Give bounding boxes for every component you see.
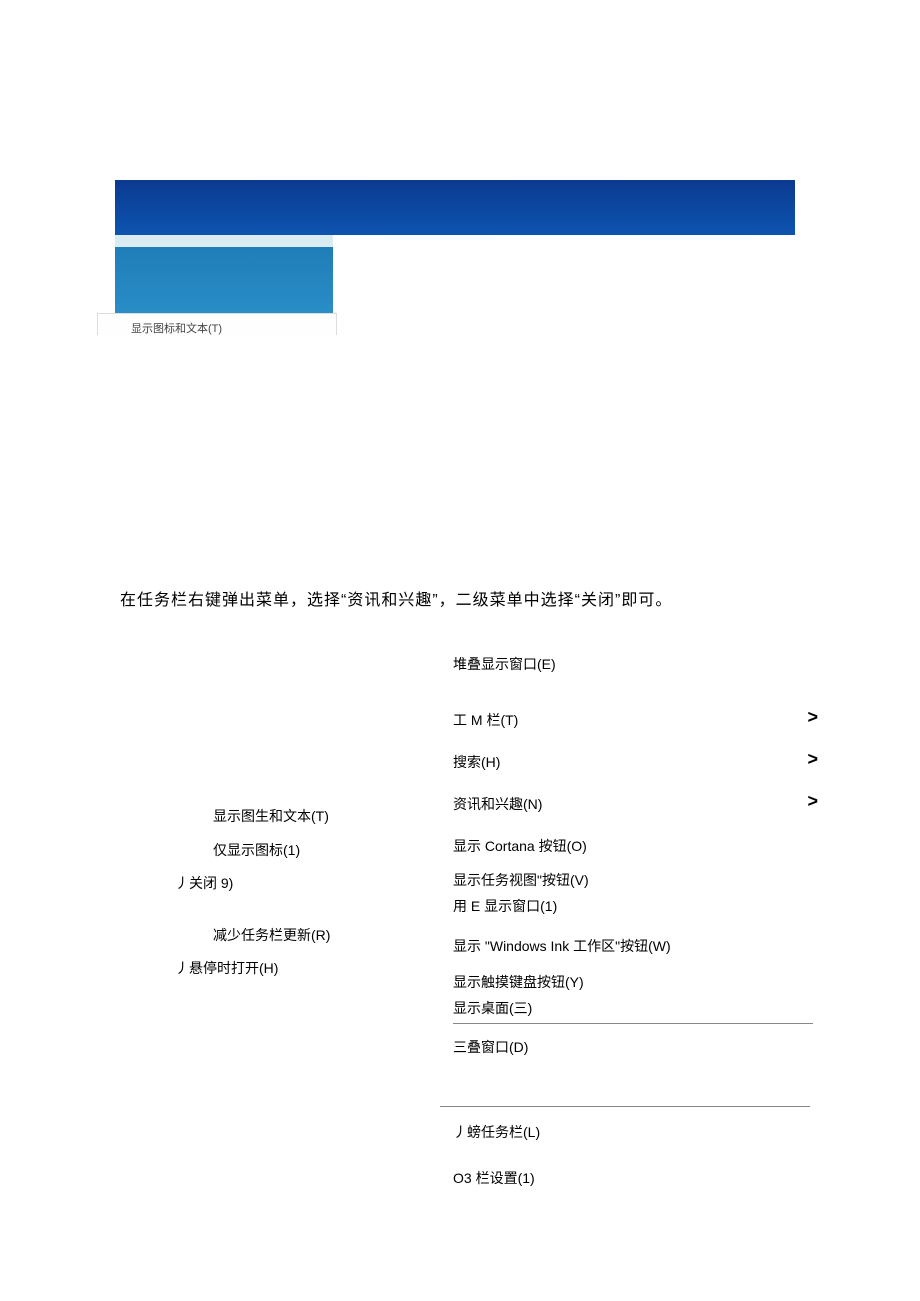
menu-label: 三叠窗口(D) [453, 1039, 528, 1055]
menu-label: 显示 Cortana 按钮(O) [453, 838, 587, 854]
instruction-text: 在任务栏右键弹出菜单，选择“资讯和兴趣”，二级菜单中选择“关闭”即可。 [120, 586, 672, 610]
submenu-show-icon-text[interactable]: 显示图生和文本(T) [175, 800, 405, 834]
menu-ink[interactable]: 显示 "Windows Ink 工作区"按钮(W) [453, 933, 808, 959]
white-panel [333, 235, 795, 535]
menu-taskbar-settings[interactable]: O3 栏设置(1) [453, 1168, 535, 1188]
submenu-show-icon-only[interactable]: 仅显示图标(1) [175, 834, 405, 868]
menu-label: 显示桌面(三) [453, 1000, 532, 1016]
menu-label: 工 M 栏(T) [453, 712, 518, 728]
menu-stack-d[interactable]: 三叠窗口(D) [453, 1026, 808, 1068]
menu-cascade[interactable]: 堆叠显示窗口(E) [453, 643, 808, 685]
screenshot-image: 显示图标和文本(T) [115, 180, 795, 535]
context-menu: 堆叠显示窗口(E) 工 M 栏(T) > 搜索(H) > 资讯和兴趣(N) > … [453, 643, 808, 1068]
menu-cortana[interactable]: 显示 Cortana 按钮(O) [453, 825, 808, 867]
chevron-right-icon: > [807, 707, 818, 728]
submenu-open-hover[interactable]: 丿悬停时打开(H) [175, 952, 405, 986]
menu-label: 堆叠显示窗口(E) [453, 656, 556, 672]
menu-label: 显示触摸键盘按钮(Y) [453, 974, 584, 990]
menu-separator [453, 1023, 813, 1024]
wave [115, 235, 333, 247]
menu-label: 显示 "Windows Ink 工作区"按钮(W) [453, 938, 671, 954]
menu-label: 用 E 显示窗口(1) [453, 898, 557, 914]
submenu-reduce-updates[interactable]: 减少任务栏更新(R) [175, 919, 405, 953]
menu-label: 搜索(H) [453, 754, 500, 770]
submenu-close[interactable]: 丿关闭 9) [175, 867, 405, 901]
popup-cover [97, 335, 337, 535]
sky-bg [115, 180, 795, 235]
menu-news-interests[interactable]: 资讯和兴趣(N) > [453, 783, 808, 825]
chevron-right-icon: > [807, 791, 818, 812]
menu-taskview[interactable]: 显示任务视图"按钮(V) [453, 867, 808, 893]
menu-lock-taskbar[interactable]: 丿螃任务栏(L) [453, 1122, 540, 1142]
popup-hint-text: 显示图标和文本(T) [131, 320, 222, 336]
menu-show-e-window[interactable]: 用 E 显示窗口(1) [453, 893, 808, 919]
menu-toolbar[interactable]: 工 M 栏(T) > [453, 699, 808, 741]
submenu: 显示图生和文本(T) 仅显示图标(1) 丿关闭 9) 减少任务栏更新(R) 丿悬… [175, 800, 405, 986]
ocean-bg [115, 235, 333, 320]
menu-desktop[interactable]: 显示桌面(三) [453, 995, 808, 1021]
menu-touch-kb[interactable]: 显示触摸键盘按钮(Y) [453, 969, 808, 995]
menu-label: 显示任务视图"按钮(V) [453, 872, 589, 888]
chevron-right-icon: > [807, 749, 818, 770]
menu-search[interactable]: 搜索(H) > [453, 741, 808, 783]
menu-separator [440, 1106, 810, 1107]
menu-label: 资讯和兴趣(N) [453, 796, 542, 812]
